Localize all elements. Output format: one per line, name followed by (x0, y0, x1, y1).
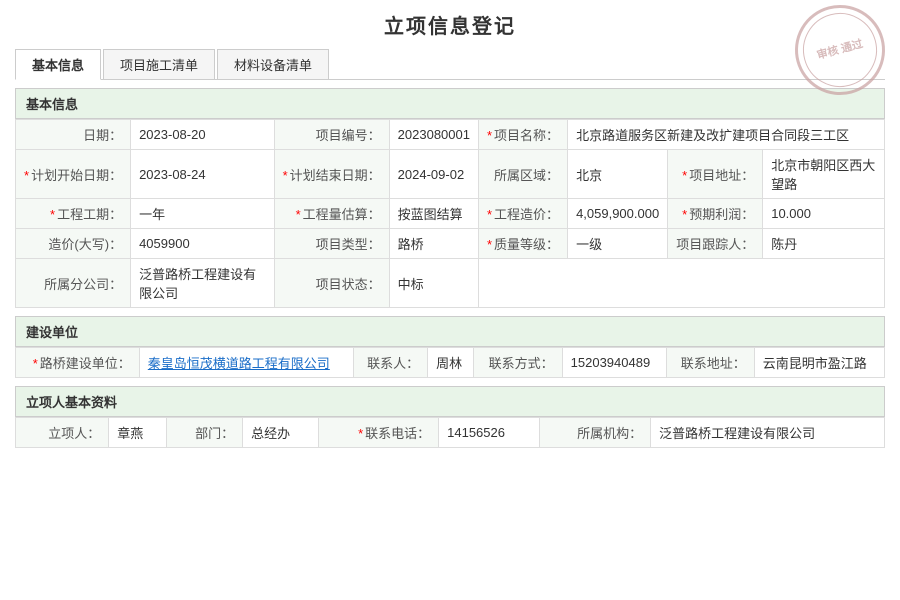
tab-materials-list[interactable]: 材料设备清单 (217, 49, 329, 79)
proposer-info-table: 立项人： 章燕 部门： 总经办 *联系电话： 14156526 所属机构： 泛普… (15, 417, 885, 448)
label-subsidiary: 所属分公司： (16, 259, 131, 308)
section-proposer-header: 立项人基本资料 (15, 386, 885, 417)
label-project-name: *项目名称： (478, 120, 567, 150)
value-end-date: 2024-09-02 (389, 150, 478, 199)
label-address: *项目地址： (668, 150, 763, 199)
label-cost: *工程造价： (478, 199, 567, 229)
value-road-build-unit: 秦皇岛恒茂横道路工程有限公司 (139, 348, 353, 378)
value-proposer: 章燕 (109, 418, 167, 448)
label-road-build-unit: *路桥建设单位： (16, 348, 140, 378)
tab-basic-info[interactable]: 基本信息 (15, 49, 101, 80)
label-region: 所属区域： (478, 150, 567, 199)
table-row: *路桥建设单位： 秦皇岛恒茂横道路工程有限公司 联系人： 周林 联系方式： 15… (16, 348, 885, 378)
label-department: 部门： (167, 418, 243, 448)
value-profit: 10.000 (763, 199, 885, 229)
table-row: *计划开始日期： 2023-08-24 *计划结束日期： 2024-09-02 … (16, 150, 885, 199)
label-org: 所属机构： (540, 418, 651, 448)
table-row: 立项人： 章燕 部门： 总经办 *联系电话： 14156526 所属机构： 泛普… (16, 418, 885, 448)
value-contact-address: 云南昆明市盈江路 (754, 348, 884, 378)
label-profit: *预期利润： (668, 199, 763, 229)
value-contact-person: 周林 (428, 348, 474, 378)
tab-construction-list[interactable]: 项目施工清单 (103, 49, 215, 79)
value-region: 北京 (568, 150, 668, 199)
label-contact-method: 联系方式： (474, 348, 562, 378)
value-quality-level: 一级 (568, 229, 668, 259)
value-address: 北京市朝阳区西大望路 (763, 150, 885, 199)
value-subsidiary: 泛普路桥工程建设有限公司 (131, 259, 275, 308)
table-row: 造价(大写)： 4059900 项目类型： 路桥 *质量等级： 一级 项目跟踪人… (16, 229, 885, 259)
value-project-type: 路桥 (389, 229, 478, 259)
value-department: 总经办 (243, 418, 319, 448)
page-wrapper: 审核 通过 立项信息登记 基本信息 项目施工清单 材料设备清单 基本信息 日期：… (0, 0, 900, 466)
value-quantity-estimate: 按蓝图结算 (389, 199, 478, 229)
label-tracker: 项目跟踪人： (668, 229, 763, 259)
basic-info-table: 日期： 2023-08-20 项目编号： 2023080001 *项目名称： 北… (15, 119, 885, 308)
value-duration: 一年 (131, 199, 275, 229)
label-contact-person: 联系人： (353, 348, 427, 378)
tab-bar: 基本信息 项目施工清单 材料设备清单 (15, 49, 885, 80)
label-end-date: *计划结束日期： (274, 150, 389, 199)
value-project-name: 北京路道服务区新建及改扩建项目合同段三工区 (568, 120, 885, 150)
label-phone: *联系电话： (318, 418, 438, 448)
page-title: 立项信息登记 (15, 10, 885, 39)
value-org: 泛普路桥工程建设有限公司 (651, 418, 885, 448)
value-cost: 4,059,900.000 (568, 199, 668, 229)
table-row: *工程工期： 一年 *工程量估算： 按蓝图结算 *工程造价： 4,059,900… (16, 199, 885, 229)
label-project-no: 项目编号： (274, 120, 389, 150)
build-unit-table: *路桥建设单位： 秦皇岛恒茂横道路工程有限公司 联系人： 周林 联系方式： 15… (15, 347, 885, 378)
value-start-date: 2023-08-24 (131, 150, 275, 199)
table-row: 日期： 2023-08-20 项目编号： 2023080001 *项目名称： 北… (16, 120, 885, 150)
value-project-no: 2023080001 (389, 120, 478, 150)
label-date: 日期： (16, 120, 131, 150)
label-contact-address: 联系地址： (666, 348, 754, 378)
value-date: 2023-08-20 (131, 120, 275, 150)
label-project-status: 项目状态： (274, 259, 389, 308)
value-contact-method: 15203940489 (562, 348, 666, 378)
label-quality-level: *质量等级： (478, 229, 567, 259)
table-row: 所属分公司： 泛普路桥工程建设有限公司 项目状态： 中标 (16, 259, 885, 308)
value-phone: 14156526 (439, 418, 540, 448)
label-project-type: 项目类型： (274, 229, 389, 259)
value-cost-written: 4059900 (131, 229, 275, 259)
road-build-unit-link[interactable]: 秦皇岛恒茂横道路工程有限公司 (148, 356, 330, 371)
value-tracker: 陈丹 (763, 229, 885, 259)
label-proposer: 立项人： (16, 418, 109, 448)
label-duration: *工程工期： (16, 199, 131, 229)
label-start-date: *计划开始日期： (16, 150, 131, 199)
value-project-status: 中标 (389, 259, 478, 308)
section-basic-info-header: 基本信息 (15, 88, 885, 119)
section-build-unit-header: 建设单位 (15, 316, 885, 347)
label-quantity-estimate: *工程量估算： (274, 199, 389, 229)
label-cost-written: 造价(大写)： (16, 229, 131, 259)
